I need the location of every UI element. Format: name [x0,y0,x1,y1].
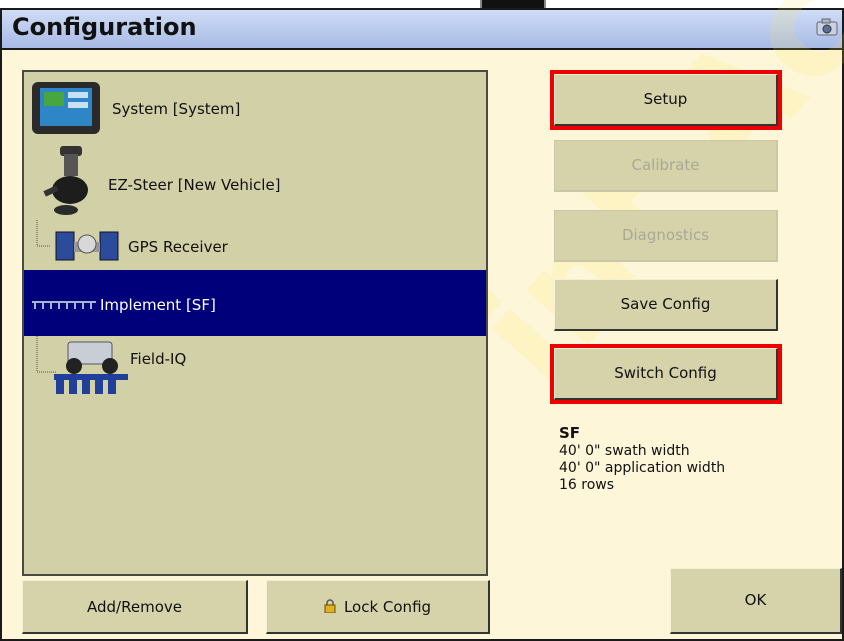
title-bar: Configuration [2,10,842,50]
component-tree[interactable]: System [System] EZ-Steer [New Vehicle] G… [22,70,488,576]
tree-item-system[interactable]: System [System] [24,76,486,140]
camera-icon[interactable] [816,18,838,36]
planter-icon [54,341,128,394]
switch-config-button[interactable]: Switch Config [550,344,782,404]
tree-item-label: GPS Receiver [128,238,228,256]
display-icon [32,82,100,134]
row-count: 16 rows [559,477,615,493]
ok-label: OK [744,591,767,609]
tree-item-label: Field-IQ [130,350,187,368]
tree-item-label: System [System] [112,100,241,118]
ok-button[interactable]: OK [670,568,842,634]
application-width: 40' 0" application width [559,460,726,476]
diagnostics-button[interactable]: Diagnostics [554,210,778,262]
lock-config-button[interactable]: Lock Config [266,580,490,634]
tree-connector [36,336,56,373]
lock-icon [324,599,336,614]
setup-label: Setup [643,90,688,108]
tree-item-gps-receiver[interactable]: GPS Receiver [24,220,486,270]
diagnostics-label: Diagnostics [621,226,710,244]
switch-config-label: Switch Config [614,364,717,382]
implement-icon [32,301,96,309]
save-config-button[interactable]: Save Config [554,279,778,331]
setup-button[interactable]: Setup [550,70,782,130]
add-remove-label: Add/Remove [87,598,182,616]
configuration-window: Configuration int Ac System [System] EZ-… [0,0,844,641]
tree-item-label: EZ-Steer [New Vehicle] [108,176,281,194]
calibrate-label: Calibrate [631,156,700,174]
tree-item-implement[interactable]: Implement [SF] [24,270,486,336]
tree-item-field-iq[interactable]: Field-IQ [24,336,486,398]
calibrate-button[interactable]: Calibrate [554,140,778,192]
swath-width: 40' 0" swath width [559,443,690,459]
window-title: Configuration [12,13,197,41]
satellite-icon [55,231,119,261]
implement-info: SF 40' 0" swath width 40' 0" application… [559,425,725,494]
implement-name: SF [559,424,581,442]
top-tab [480,0,546,8]
tree-item-label: Implement [SF] [100,296,216,314]
tree-connector [36,220,50,247]
lock-config-label: Lock Config [343,598,432,616]
save-config-label: Save Config [620,295,711,313]
tree-item-ez-steer[interactable]: EZ-Steer [New Vehicle] [24,142,486,220]
add-remove-button[interactable]: Add/Remove [22,580,248,634]
steering-motor-icon [43,146,88,215]
